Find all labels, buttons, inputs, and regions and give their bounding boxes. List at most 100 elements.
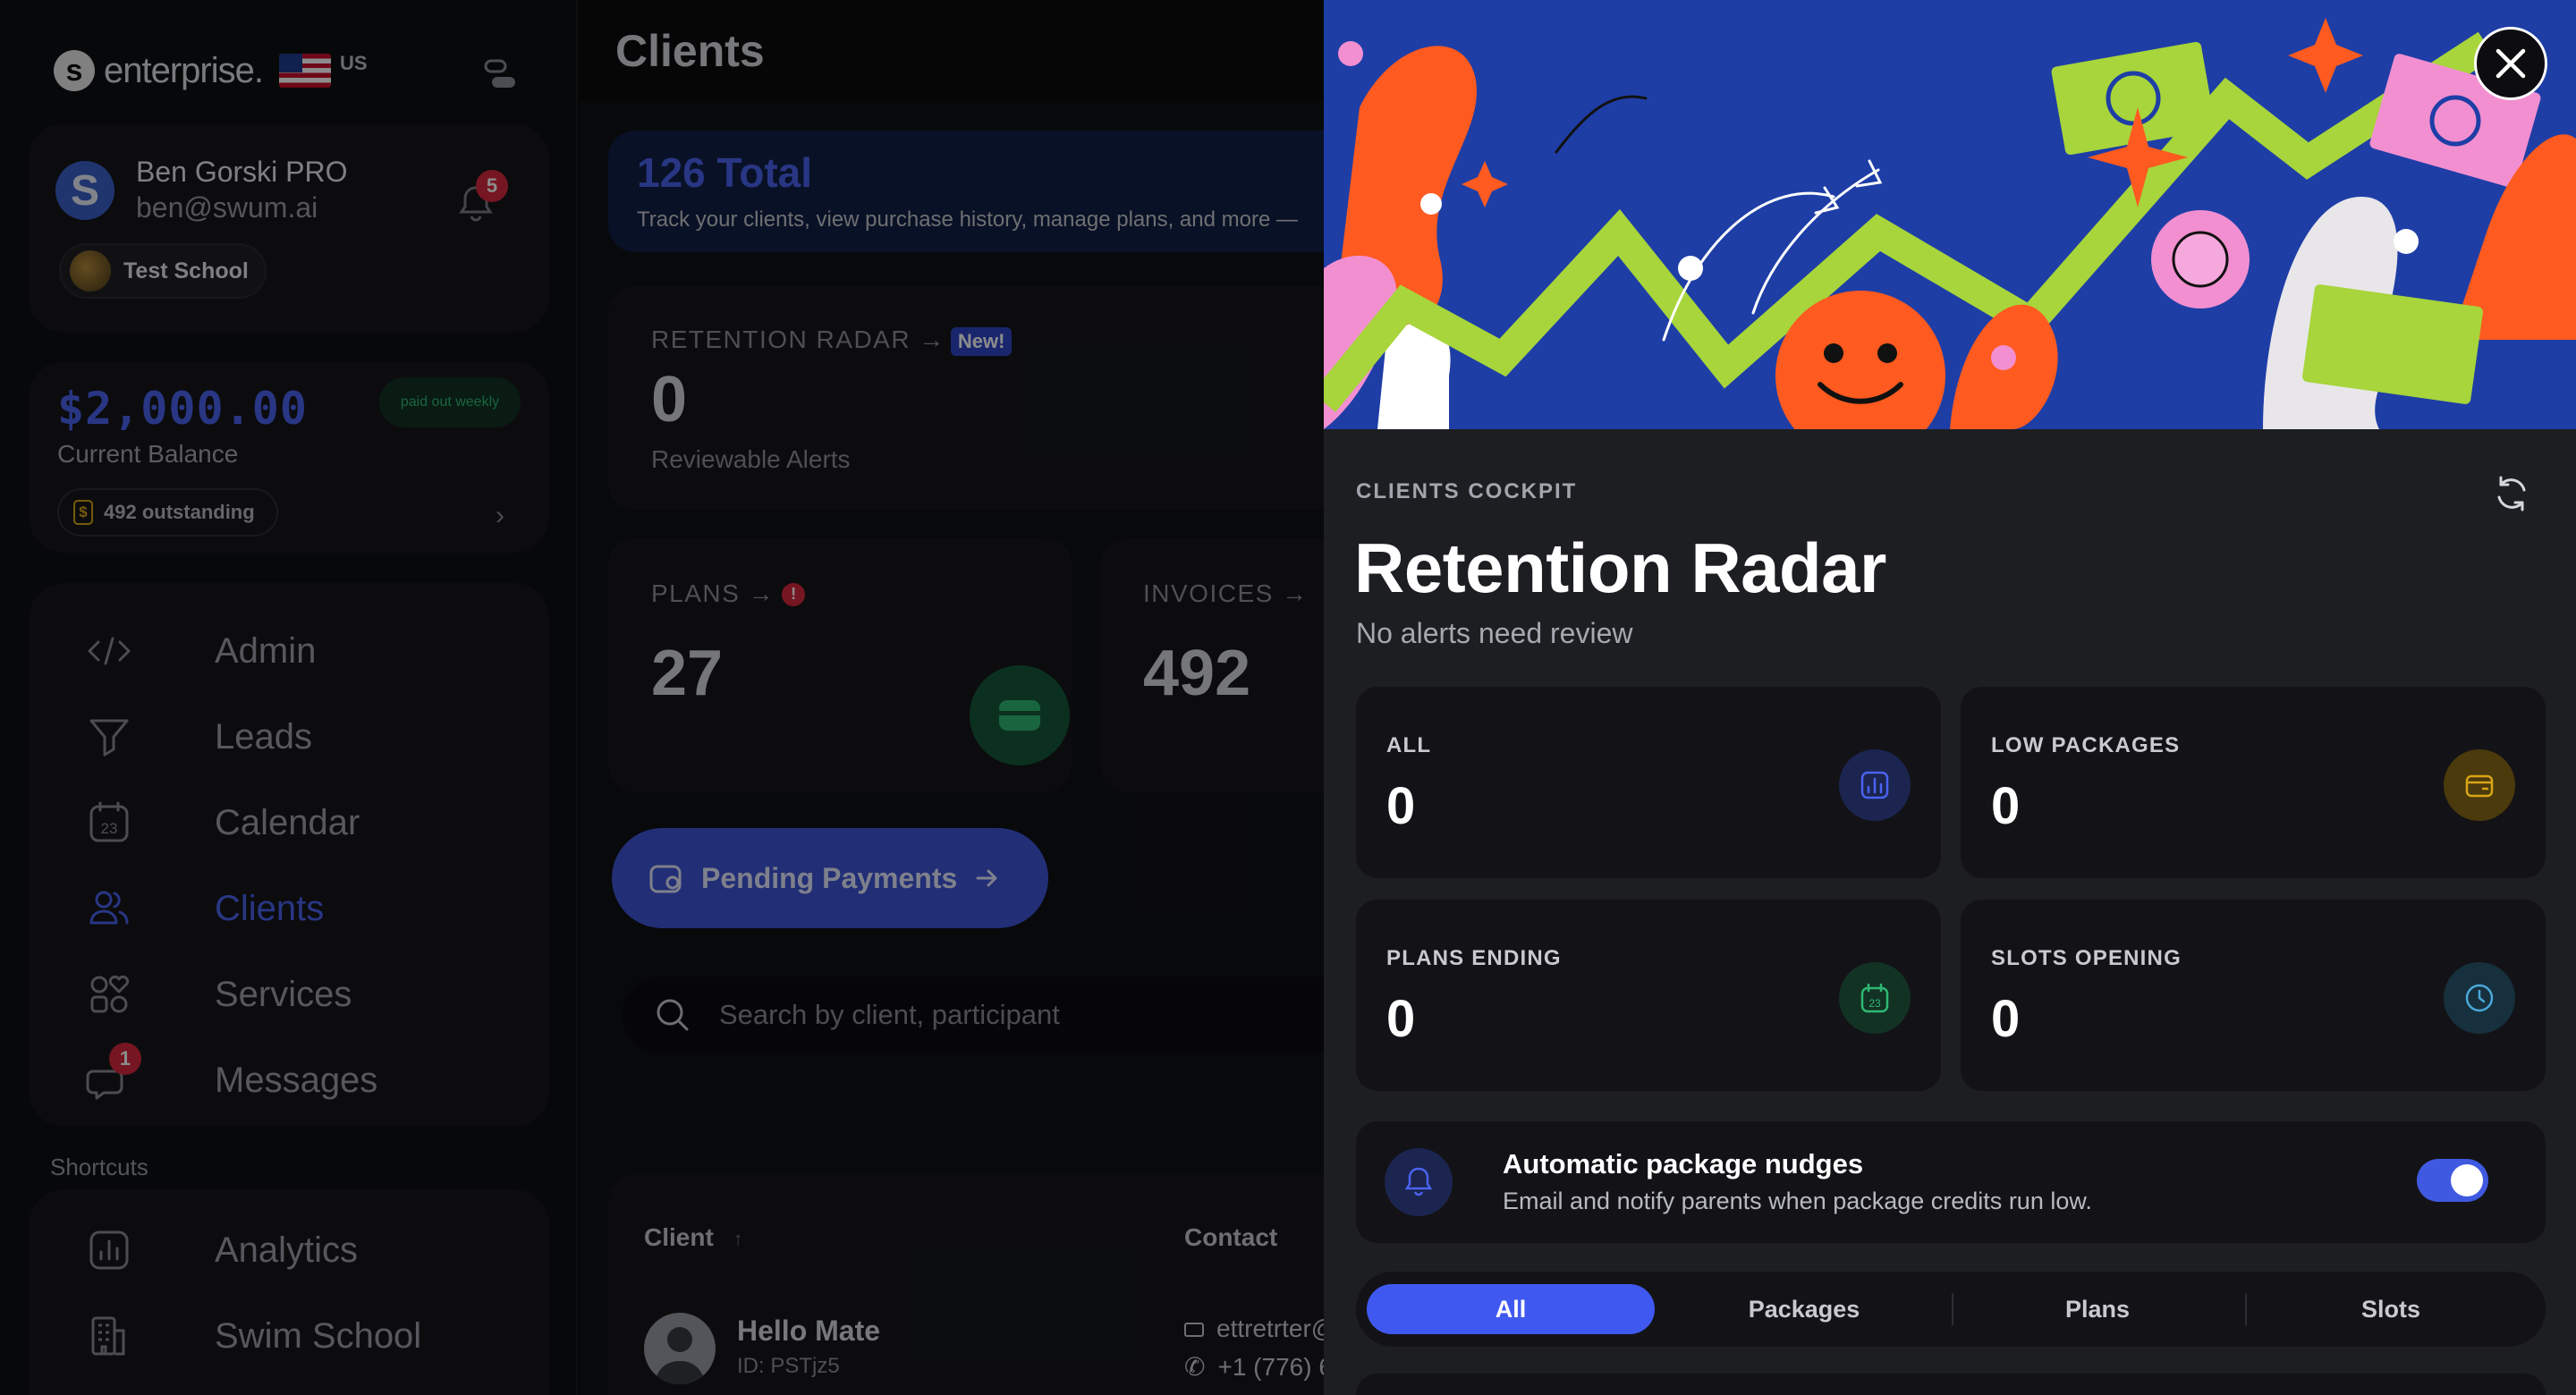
clients-page: Clients 126 Total Track your clients, vi… [580, 0, 1547, 1395]
sidebar-item-services[interactable]: Services [82, 951, 530, 1037]
search-bar[interactable] [623, 976, 1356, 1053]
tab-slots[interactable]: Slots [2247, 1284, 2535, 1334]
country-code: US [339, 52, 368, 74]
clients-table: Client ↑ Contact Hello Mate ID: PSTjz5 e… [608, 1175, 1413, 1395]
pending-payments-label: Pending Payments [701, 861, 958, 894]
refresh-icon[interactable] [2492, 474, 2531, 513]
toggle-theme-icon[interactable] [483, 57, 517, 91]
top-bar: Clients [580, 0, 1324, 100]
stat-label: ALL [1386, 733, 1432, 757]
shortcuts-heading: Shortcuts [50, 1154, 148, 1180]
plans-value: 27 [651, 638, 724, 709]
brand[interactable]: s enterprise. US [54, 50, 368, 91]
total-banner: 126 Total Track your clients, view purch… [608, 131, 1413, 252]
sidebar-item-clients[interactable]: Clients [82, 866, 530, 951]
stat-card-plans-ending[interactable]: PLANS ENDING 0 23 [1356, 900, 1941, 1091]
retention-radar-value: 0 [651, 364, 688, 435]
stat-value: 0 [1386, 990, 1416, 1048]
funnel-icon [89, 719, 129, 757]
plans-alert-icon: ! [782, 582, 806, 606]
arrow-right-icon [976, 869, 997, 887]
nudge-description: Email and notify parents when package cr… [1503, 1188, 2092, 1214]
shortcut-analytics[interactable]: Analytics [82, 1207, 530, 1293]
plans-icon [970, 665, 1070, 765]
mail-icon [1184, 1323, 1204, 1337]
stat-value: 0 [1991, 990, 2021, 1048]
invoices-value: 492 [1143, 638, 1251, 709]
sidebar-item-label: Leads [215, 716, 312, 757]
balance-label: Current Balance [57, 440, 239, 468]
panel-overline: CLIENTS COCKPIT [1356, 479, 1578, 503]
sidebar-item-label: Clients [215, 888, 325, 928]
client-id: ID: PSTjz5 [737, 1354, 840, 1378]
stat-card-slots-opening[interactable]: SLOTS OPENING 0 [1961, 900, 2546, 1091]
bell-icon [1385, 1148, 1453, 1216]
shortcut-swim-school[interactable]: Swim School [82, 1293, 530, 1379]
main-nav: Admin Leads 23 Calendar Clients Services… [29, 583, 549, 1127]
building-icon [91, 1316, 125, 1356]
notifications-button[interactable]: 5 [458, 170, 512, 227]
outstanding-label: 492 outstanding [104, 501, 255, 523]
outstanding-pill[interactable]: $ 492 outstanding [57, 488, 278, 537]
panel-title: Retention Radar [1354, 528, 1886, 607]
stat-label: SLOTS OPENING [1991, 946, 2182, 970]
code-icon [88, 637, 131, 665]
retention-radar-caption: Reviewable Alerts [651, 445, 851, 473]
sidebar-item-label: Calendar [215, 802, 360, 842]
school-name: Test School [123, 258, 249, 283]
clock-icon [2444, 962, 2515, 1034]
invoices-label: INVOICES → [1143, 579, 1309, 607]
calendar-icon: 23 [1839, 962, 1911, 1034]
brand-name: enterprise. [104, 50, 264, 90]
chevron-right-icon[interactable]: › [496, 501, 504, 531]
shapes-icon [90, 975, 130, 1013]
avatar[interactable]: S [55, 161, 114, 220]
shortcut-label: Analytics [215, 1230, 359, 1270]
phone-icon: ✆ [1184, 1353, 1206, 1381]
stat-value: 0 [1991, 777, 2021, 835]
close-button[interactable] [2474, 27, 2547, 100]
dollar-icon: $ [73, 500, 93, 525]
users-icon [89, 891, 129, 925]
nudge-title: Automatic package nudges [1503, 1148, 1864, 1179]
sidebar-item-calendar[interactable]: 23 Calendar [82, 780, 530, 866]
sidebar-item-admin[interactable]: Admin [82, 608, 530, 694]
column-header-client[interactable]: Client ↑ [644, 1223, 743, 1252]
sidebar-item-messages[interactable]: 1 Messages [82, 1037, 530, 1123]
messages-badge: 1 [109, 1043, 141, 1075]
sidebar: s enterprise. US S Ben Gorski PRO ben@sw… [0, 0, 578, 1395]
toggle-knob [2451, 1164, 2483, 1196]
retention-radar-card[interactable]: RETENTION RADAR → New! 0 Reviewable Alert… [608, 286, 1413, 510]
sidebar-item-label: Services [215, 974, 352, 1014]
wallet-icon [649, 865, 682, 893]
search-input[interactable] [719, 999, 1256, 1031]
new-badge: New! [950, 327, 1013, 356]
stat-card-low-packages[interactable]: LOW PACKAGES 0 [1961, 687, 2546, 878]
sort-asc-icon: ↑ [733, 1228, 743, 1250]
us-flag-icon [278, 54, 331, 88]
tab-packages[interactable]: Packages [1660, 1284, 1948, 1334]
profile-name: Ben Gorski PRO [136, 156, 348, 188]
hero-illustration [1324, 0, 2576, 429]
shortcut-label: Swim School [215, 1315, 422, 1356]
stat-card-all[interactable]: ALL 0 [1356, 687, 1941, 878]
search-icon [657, 999, 689, 1031]
tab-plans[interactable]: Plans [1953, 1284, 2241, 1334]
filter-tabs: All Packages Plans Slots [1356, 1272, 2546, 1347]
balance-card[interactable]: $2,000.00 paid out weekly Current Balanc… [29, 361, 549, 553]
client-name[interactable]: Hello Mate [737, 1315, 880, 1348]
tab-all[interactable]: All [1367, 1284, 1655, 1334]
page-title: Clients [615, 26, 765, 76]
nudge-toggle[interactable] [2417, 1159, 2488, 1202]
sidebar-item-leads[interactable]: Leads [82, 694, 530, 780]
alerts-list [1356, 1374, 2546, 1395]
profile-card[interactable]: S Ben Gorski PRO ben@swum.ai 5 Test Scho… [29, 123, 549, 333]
pending-payments-button[interactable]: Pending Payments [612, 828, 1048, 928]
profile-email: ben@swum.ai [136, 191, 318, 224]
plans-card[interactable]: PLANS →! 27 [608, 538, 1072, 792]
svg-text:23: 23 [1868, 997, 1881, 1010]
school-switcher[interactable]: Test School [59, 243, 267, 299]
analytics-icon [89, 1230, 129, 1270]
payout-schedule-badge: paid out weekly [379, 377, 521, 427]
panel-subtitle: No alerts need review [1356, 617, 1633, 649]
